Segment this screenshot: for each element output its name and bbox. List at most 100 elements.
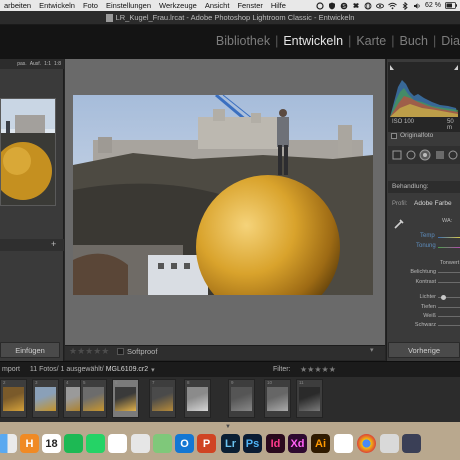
finder-icon[interactable]	[0, 434, 17, 453]
creative-cloud-icon[interactable]	[316, 1, 324, 10]
whites-slider[interactable]	[438, 316, 460, 317]
zoom-fit[interactable]: Ausf.	[30, 61, 41, 67]
profile-value[interactable]: Adobe Farbe	[414, 200, 452, 207]
chevron-down-icon[interactable]: ▾	[370, 346, 374, 354]
source-label[interactable]: mport	[2, 366, 20, 373]
spotify-icon[interactable]	[64, 434, 83, 453]
slack-icon[interactable]	[108, 434, 127, 453]
selected-filename[interactable]: MGL6109.cr2	[106, 366, 148, 373]
filmstrip-thumbnail[interactable]: 10	[264, 379, 291, 418]
launchpad-icon[interactable]	[402, 434, 421, 453]
powerpoint-icon[interactable]: P	[197, 434, 216, 453]
contrast-slider[interactable]	[438, 282, 460, 283]
spot-removal-icon[interactable]	[406, 150, 416, 160]
filmstrip-thumbnail[interactable]: 8	[184, 379, 211, 418]
filmstrip-thumbnail[interactable]: 9	[228, 379, 255, 418]
filmstrip-toggle-icon[interactable]: ▼	[225, 424, 231, 430]
histogram-focal-length: 50 m	[447, 119, 454, 131]
window-title: LR_Kugel_Frau.lrcat - Adobe Photoshop Li…	[115, 13, 355, 22]
module-separator: |	[432, 34, 437, 48]
module-buch[interactable]: Buch	[399, 34, 428, 48]
calendar-icon[interactable]: 18	[42, 434, 61, 453]
temp-label: Temp	[420, 233, 435, 239]
whatsapp-icon[interactable]	[86, 434, 105, 453]
redeye-icon[interactable]	[419, 149, 431, 161]
filmstrip-thumbnail[interactable]: 11	[296, 379, 323, 418]
rating-stars[interactable]: ★★★★★	[69, 346, 109, 357]
menu-item-werkzeuge[interactable]: Werkzeuge	[155, 1, 201, 10]
thumbnail-number: 7	[152, 380, 155, 385]
module-separator: |	[391, 34, 395, 48]
profile-label: Profil:	[392, 201, 408, 207]
filmstrip-thumbnail[interactable]: 2	[0, 379, 27, 418]
filter-label: Filter:	[273, 366, 291, 373]
module-bibliothek[interactable]: Bibliothek	[216, 34, 270, 48]
filter-rating[interactable]: ★★★★★	[300, 365, 336, 374]
dropbox-icon[interactable]	[352, 2, 360, 10]
module-karte[interactable]: Karte	[356, 34, 386, 48]
illustrator-icon[interactable]: Ai	[311, 434, 330, 453]
filmstrip-thumbnail[interactable]: 7	[149, 379, 176, 418]
bluetooth-icon[interactable]	[401, 1, 409, 10]
temp-slider[interactable]	[438, 237, 460, 238]
filmstrip-thumbnail[interactable]: 5	[80, 379, 107, 418]
filmstrip-thumbnail[interactable]: 6	[112, 379, 139, 418]
menu-item-einstellungen[interactable]: Einstellungen	[102, 1, 155, 10]
softproof-checkbox[interactable]	[117, 348, 124, 355]
skype-icon[interactable]: S	[340, 2, 348, 10]
zoom-1-1[interactable]: 1:1	[44, 61, 51, 67]
hype-icon[interactable]: H	[20, 434, 39, 453]
add-preset-icon[interactable]: +	[51, 239, 56, 249]
treatment-label: Behandlung:	[392, 183, 429, 190]
cog-icon[interactable]	[131, 434, 150, 453]
shield-icon[interactable]	[328, 2, 336, 10]
tool-strip	[388, 146, 460, 164]
graduated-filter-icon[interactable]	[436, 151, 444, 159]
highlights-slider-knob[interactable]	[441, 295, 446, 300]
tint-slider[interactable]	[438, 247, 460, 248]
volume-icon[interactable]	[413, 2, 421, 10]
tint-label: Tonung	[416, 243, 436, 249]
main-photo[interactable]	[73, 95, 373, 295]
menu-item-arbeiten[interactable]: arbeiten	[0, 1, 35, 10]
maps-icon[interactable]	[153, 434, 172, 453]
menu-item-hilfe[interactable]: Hilfe	[267, 1, 290, 10]
module-dia[interactable]: Dia	[441, 34, 460, 48]
battery-icon[interactable]	[445, 2, 457, 9]
outlook-icon[interactable]: O	[175, 434, 194, 453]
lightroom-icon[interactable]: Lr	[221, 434, 240, 453]
globe-icon[interactable]	[364, 2, 372, 10]
wifi-icon[interactable]	[388, 2, 397, 10]
navigator-preview[interactable]	[0, 98, 56, 206]
original-photo-label: Originalfoto	[400, 132, 434, 139]
shadows-label: Tiefen	[420, 304, 436, 310]
previous-button[interactable]: Vorherige	[388, 342, 460, 358]
menubar-status-area: S 62 %	[316, 0, 460, 11]
thumbnail-number: 3	[35, 380, 38, 385]
crop-tool-icon[interactable]	[392, 150, 402, 160]
shadows-slider[interactable]	[438, 307, 460, 308]
menu-item-entwickeln[interactable]: Entwickeln	[35, 1, 79, 10]
eye-icon[interactable]	[376, 2, 384, 10]
zoom-1-8[interactable]: 1:8	[54, 61, 61, 67]
preview-icon[interactable]	[380, 434, 399, 453]
module-entwickeln[interactable]: Entwickeln	[283, 34, 343, 48]
menu-item-foto[interactable]: Foto	[79, 1, 102, 10]
original-photo-checkbox[interactable]	[391, 133, 397, 139]
menu-item-fenster[interactable]: Fenster	[233, 1, 266, 10]
xd-icon[interactable]: Xd	[288, 434, 307, 453]
radial-filter-icon[interactable]	[448, 150, 458, 160]
eyedropper-icon[interactable]	[392, 217, 406, 231]
tone-label: Tonwert	[440, 260, 460, 266]
photoshop-icon[interactable]: Ps	[243, 434, 262, 453]
menu-item-ansicht[interactable]: Ansicht	[201, 1, 234, 10]
chrome-icon[interactable]	[357, 434, 376, 453]
thumbnail-number: 8	[187, 380, 190, 385]
paste-button[interactable]: Einfügen	[0, 342, 60, 358]
filename-dropdown-icon[interactable]: ▾	[151, 366, 155, 374]
indesign-icon[interactable]: Id	[266, 434, 285, 453]
blacks-slider[interactable]	[438, 325, 460, 326]
acrobat-icon[interactable]	[334, 434, 353, 453]
exposure-slider[interactable]	[438, 272, 460, 273]
filmstrip-thumbnail[interactable]: 3	[32, 379, 59, 418]
